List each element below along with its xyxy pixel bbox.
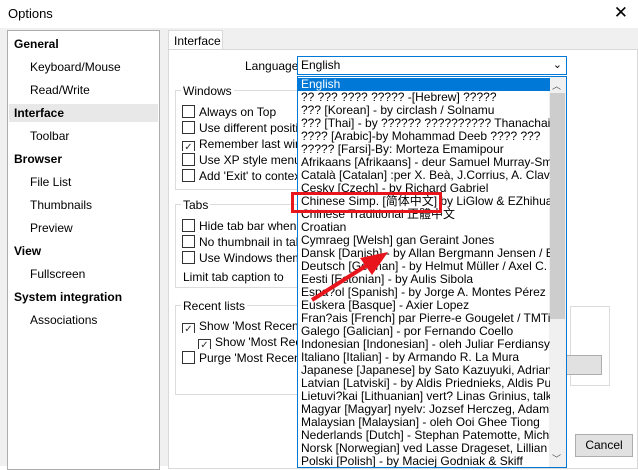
arrow-head [360, 252, 388, 275]
arrow-shaft [310, 260, 374, 302]
red-arrow-annotation [310, 252, 388, 302]
